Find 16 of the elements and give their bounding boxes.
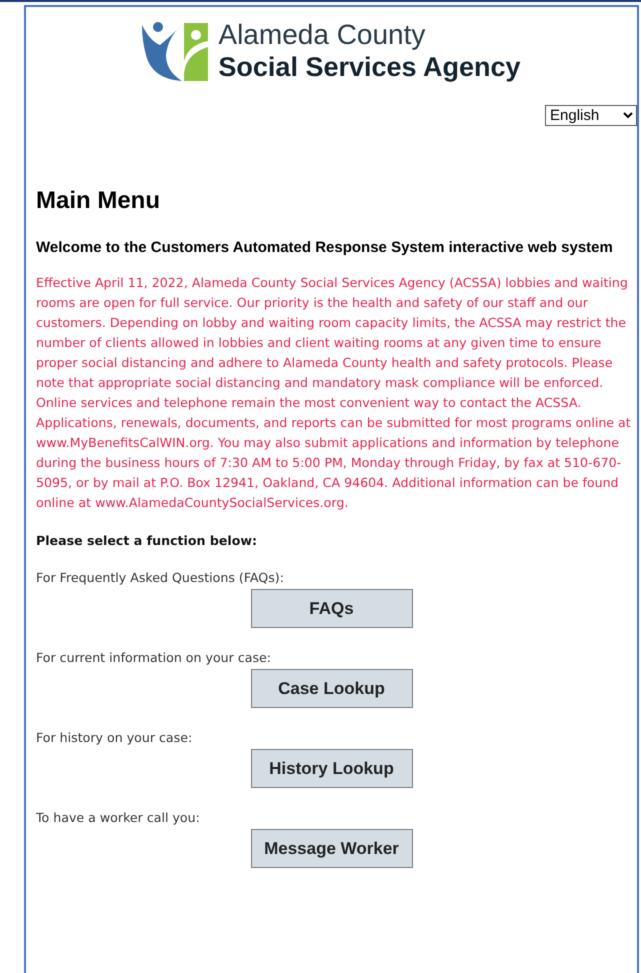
logo-text: Social Services Agency [218,51,521,83]
function-button[interactable]: FAQs [250,589,412,628]
instruction-text: Please select a function below: [36,533,258,548]
language-select[interactable]: English [545,105,637,126]
function-label: For current information on your case: [36,650,272,665]
agency-logo-icon [142,21,208,81]
function-label: To have a worker call you: [36,810,201,825]
function-button[interactable]: Case Lookup [250,669,412,708]
page-title: Main Menu [36,187,161,215]
function-label: For Frequently Asked Questions (FAQs): [36,570,285,585]
welcome-heading: Welcome to the Customers Automated Response System interactive web system [36,238,614,258]
function-button[interactable]: History Lookup [250,749,412,788]
logo-text: Alameda County [218,19,426,51]
function-label: For history on your case: [36,730,194,745]
notice-paragraph: Effective April 11, 2022, Alameda County Social Services Agency (ACSSA) lobbies and waiting rooms are open for full service. Our priority is the health and safety of our staff and our customers. Depending on lobby and waiting room capacity limits, the ACSSA may restrict the number of clients allowed in lobbies and client waiting rooms at any given time to ensure proper social distancing and adhere to Alameda County health and safety protocols. Please note that appropriate social distancing and mandatory mask compliance will be enforced. Online services and telephone remain the most convenient way to contact the ACSSA. Applications, renewals, documents, and reports can be submitted for most programs online at www.MyBenefitsCalWIN.org. You may also submit applications and information by telephone during the business hours of 7:30 AM to 5:00 PM, Monday through Friday, by fax at 510-670-5095, or by mail at P.O. Box 12941, Oakland, CA 94604. Additional information can be found online at www.AlamedaCountySocialServices.org. [36,274,632,512]
function-button[interactable]: Message Worker [250,829,412,868]
